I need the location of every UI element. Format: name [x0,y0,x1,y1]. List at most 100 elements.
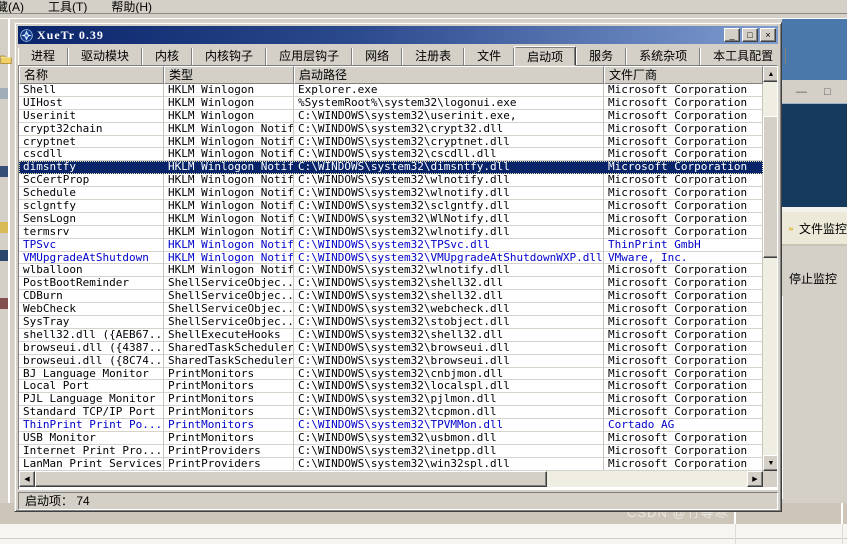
tab-网络[interactable]: 网络 [352,48,402,65]
horizontal-scrollbar[interactable]: ◀ ▶ [19,471,763,487]
table-cell: Schedule [19,187,164,200]
table-cell: Microsoft Corporation [604,213,763,226]
minimize-button[interactable]: _ [724,28,740,42]
table-row[interactable]: PostBootReminderShellServiceObjec...C:\W… [19,277,763,290]
menu-item[interactable]: 工具(T) [48,0,87,14]
table-cell: C:\WINDOWS\system32\tcpmon.dll [294,406,604,419]
table-row[interactable]: Standard TCP/IP PortPrintMonitorsC:\WIND… [19,406,763,419]
table-cell: cscdll [19,148,164,161]
table-row[interactable]: LanMan Print ServicesPrintProvidersC:\WI… [19,458,763,471]
table-cell: Microsoft Corporation [604,264,763,277]
table-row[interactable]: SensLognHKLM Winlogon NotifyC:\WINDOWS\s… [19,213,763,226]
table-cell: C:\WINDOWS\system32\crypt32.dll [294,123,604,136]
window-title: XueTr 0.39 [37,26,720,44]
scroll-up-icon[interactable]: ▲ [763,66,778,82]
table-cell: PrintMonitors [164,368,294,381]
table-row[interactable]: browseui.dll ({4387...SharedTaskSchedule… [19,342,763,355]
vertical-scrollbar[interactable]: ▲ ▼ [763,66,778,471]
horizontal-scroll-track[interactable] [35,471,747,487]
table-row[interactable]: BJ Language MonitorPrintMonitorsC:\WINDO… [19,368,763,381]
menu-item[interactable]: 收藏(A) [0,0,24,14]
column-header[interactable]: 启动路径 [294,66,604,84]
table-row[interactable]: UserinitHKLM WinlogonC:\WINDOWS\system32… [19,110,763,123]
table-row[interactable]: ScheduleHKLM Winlogon NotifyC:\WINDOWS\s… [19,187,763,200]
background-file-monitor-tab[interactable]: 文件监控 [782,212,847,246]
table-cell: Microsoft Corporation [604,393,763,406]
background-minimize-icon[interactable]: — [796,86,807,98]
background-right-window: — □ 文件监控 停止监控 [782,19,847,503]
tab-本工具配置[interactable]: 本工具配置 [700,48,786,65]
table-cell: C:\WINDOWS\system32\stobject.dll [294,316,604,329]
tab-内核钩子[interactable]: 内核钩子 [192,48,266,65]
table-row[interactable]: WebCheckShellServiceObjec...C:\WINDOWS\s… [19,303,763,316]
table-row[interactable]: PJL Language MonitorPrintMonitorsC:\WIND… [19,393,763,406]
table-cell: HKLM Winlogon [164,84,294,97]
tab-注册表[interactable]: 注册表 [402,48,464,65]
table-row[interactable]: termsrvHKLM Winlogon NotifyC:\WINDOWS\sy… [19,226,763,239]
table-row[interactable]: UIHostHKLM Winlogon%SystemRoot%\system32… [19,97,763,110]
status-bar: 启动项： 74 [18,492,778,510]
table-row[interactable]: cryptnetHKLM Winlogon NotifyC:\WINDOWS\s… [19,136,763,149]
column-header[interactable]: 类型 [164,66,294,84]
table-row[interactable]: SysTrayShellServiceObjec...C:\WINDOWS\sy… [19,316,763,329]
title-bar[interactable]: XueTr 0.39 _ □ × [18,26,778,44]
table-cell: ShellServiceObjec... [164,290,294,303]
table-cell: HKLM Winlogon Notify [164,226,294,239]
tab-进程[interactable]: 进程 [18,48,68,65]
table-cell: C:\WINDOWS\system32\cscdll.dll [294,148,604,161]
grid-line [0,538,847,539]
maximize-button[interactable]: □ [742,28,758,42]
table-row[interactable]: VMUpgradeAtShutdownHKLM Winlogon NotifyC… [19,252,763,265]
table-cell: C:\WINDOWS\system32\inetpp.dll [294,445,604,458]
tab-应用层钩子[interactable]: 应用层钩子 [266,48,352,65]
table-row[interactable]: browseui.dll ({8C74...SharedTaskSchedule… [19,355,763,368]
table-row[interactable]: Local PortPrintMonitorsC:\WINDOWS\system… [19,380,763,393]
table-row[interactable]: cscdllHKLM Winlogon NotifyC:\WINDOWS\sys… [19,148,763,161]
table-row[interactable]: wlballoonHKLM Winlogon NotifyC:\WINDOWS\… [19,264,763,277]
table-cell: HKLM Winlogon Notify [164,123,294,136]
horizontal-scroll-thumb[interactable] [35,471,547,487]
table-cell: SharedTaskScheduler [164,342,294,355]
table-row[interactable]: ScCertPropHKLM Winlogon NotifyC:\WINDOWS… [19,174,763,187]
tab-内核[interactable]: 内核 [142,48,192,65]
column-header[interactable]: 名称 [19,66,164,84]
table-cell: C:\WINDOWS\system32\TPVMMon.dll [294,419,604,432]
table-row[interactable]: ThinPrint Print Po...PrintMonitorsC:\WIN… [19,419,763,432]
stop-monitoring-button[interactable]: 停止监控 [782,246,847,296]
table-row[interactable]: shell32.dll ({AEB67...ShellExecuteHooksC… [19,329,763,342]
table-row[interactable]: TPSvcHKLM Winlogon NotifyC:\WINDOWS\syst… [19,239,763,252]
table-row[interactable]: sclgntfyHKLM Winlogon NotifyC:\WINDOWS\s… [19,200,763,213]
table-cell: Microsoft Corporation [604,136,763,149]
menu-item[interactable]: 帮助(H) [111,0,152,14]
tab-文件[interactable]: 文件 [464,48,514,65]
table-row[interactable]: Internet Print Pro...PrintProvidersC:\WI… [19,445,763,458]
scroll-down-icon[interactable]: ▼ [763,455,778,471]
close-button[interactable]: × [760,28,776,42]
table-cell: PJL Language Monitor [19,393,164,406]
scroll-left-icon[interactable]: ◀ [19,471,35,487]
tab-启动项[interactable]: 启动项 [514,46,576,66]
grid-line [842,524,843,544]
grid-line [735,524,736,544]
table-cell: termsrv [19,226,164,239]
scroll-right-icon[interactable]: ▶ [747,471,763,487]
table-cell: C:\WINDOWS\system32\shell32.dll [294,329,604,342]
table-row[interactable]: ShellHKLM WinlogonExplorer.exeMicrosoft … [19,84,763,97]
vertical-scroll-thumb[interactable] [763,116,778,258]
table-cell: C:\WINDOWS\system32\wlnotify.dll [294,264,604,277]
table-cell: Microsoft Corporation [604,368,763,381]
tab-驱动模块[interactable]: 驱动模块 [68,48,142,65]
table-row[interactable]: USB MonitorPrintMonitorsC:\WINDOWS\syste… [19,432,763,445]
table-cell: ThinPrint GmbH [604,239,763,252]
table-cell: Microsoft Corporation [604,316,763,329]
table-cell: HKLM Winlogon Notify [164,174,294,187]
column-header[interactable]: 文件厂商 [604,66,763,84]
tab-服务[interactable]: 服务 [576,48,626,65]
table-row[interactable]: CDBurnShellServiceObjec...C:\WINDOWS\sys… [19,290,763,303]
table-row[interactable]: crypt32chainHKLM Winlogon NotifyC:\WINDO… [19,123,763,136]
table-row[interactable]: dimsntfyHKLM Winlogon NotifyC:\WINDOWS\s… [19,161,763,174]
background-maximize-icon[interactable]: □ [824,86,831,98]
tab-系统杂项[interactable]: 系统杂项 [626,48,700,65]
table-cell: Microsoft Corporation [604,161,763,174]
vertical-scroll-track[interactable] [763,82,778,455]
